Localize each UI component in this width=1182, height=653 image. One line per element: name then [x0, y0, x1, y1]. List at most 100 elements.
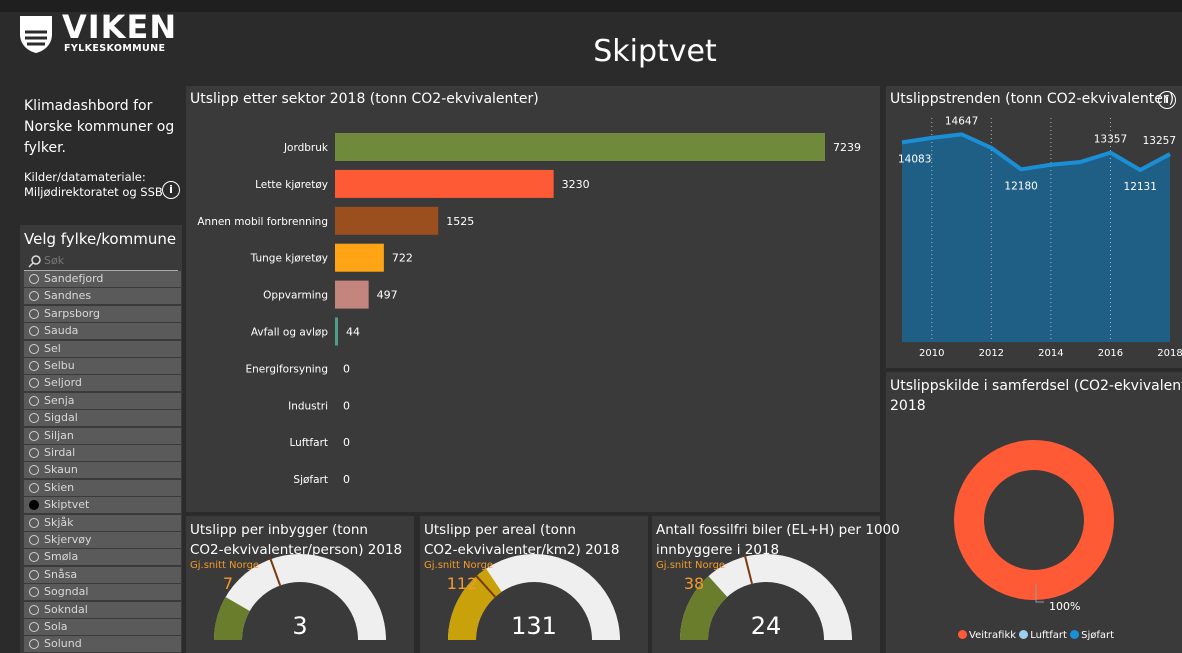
- slicer-item-label: Sandefjord: [44, 272, 104, 285]
- data-label: 7239: [833, 141, 861, 154]
- intro-line: Klimadashbord for: [24, 98, 153, 114]
- slicer-list: Sandefjord Sandnes Sarpsborg Sauda Sel Selbu S…: [24, 271, 181, 653]
- logo-text: VIKEN: [62, 8, 178, 46]
- radio-button[interactable]: [29, 274, 39, 284]
- radio-button[interactable]: [29, 569, 39, 580]
- sources-line: Miljødirektoratet og SSB: [24, 185, 163, 199]
- slicer-item-label: Sogndal: [44, 585, 89, 599]
- slicer-item[interactable]: Sandefjord: [24, 271, 181, 287]
- slicer-item[interactable]: Skjåk: [24, 514, 181, 531]
- legend-item[interactable]: Sjøfart: [1070, 630, 1114, 641]
- radio-button[interactable]: [29, 413, 39, 424]
- donut-slice: [954, 440, 1114, 600]
- radio-button[interactable]: [29, 448, 39, 458]
- slicer-item-label: Sauda: [44, 324, 79, 338]
- slicer-item[interactable]: Sigdal: [24, 410, 181, 427]
- intro-line: Norske kommuner og: [24, 119, 175, 135]
- slicer-item[interactable]: Senja: [24, 392, 181, 409]
- radio-button[interactable]: [29, 622, 39, 632]
- radio-button[interactable]: [29, 517, 39, 528]
- logo-subtext: FYLKESKOMMUNE: [64, 43, 166, 54]
- radio-button[interactable]: [29, 535, 39, 545]
- slicer-search-input[interactable]: Søk: [24, 253, 178, 271]
- sources-line: Kilder/datamateriale:: [24, 170, 146, 184]
- radio-button[interactable]: [29, 587, 39, 598]
- slicer-item[interactable]: Sokndal: [24, 601, 181, 618]
- point-label: 13257: [1143, 135, 1176, 147]
- gauge-panel-fossil-free-cars: Antall fossilfri biler (EL+H) per 1000 i…: [652, 516, 900, 653]
- data-label: 0: [343, 473, 350, 486]
- reference-label: Gj.snitt Norge: [656, 560, 725, 571]
- slicer-item[interactable]: Solund: [24, 636, 181, 653]
- radio-button[interactable]: [29, 604, 39, 615]
- radio-button[interactable]: [29, 361, 39, 371]
- x-tick-label: 2014: [1038, 348, 1063, 359]
- radio-button[interactable]: [29, 343, 39, 354]
- slicer-item-label: Sarpsborg: [44, 306, 100, 320]
- radio-button[interactable]: [29, 465, 39, 476]
- slicer-item[interactable]: Skiptvet: [24, 497, 181, 514]
- viken-logo: VIKEN FYLKESKOMMUNE: [18, 10, 176, 58]
- legend-dot: [1070, 630, 1080, 639]
- radio-button[interactable]: [29, 291, 39, 302]
- category-label: Industri: [288, 400, 328, 412]
- point-label: 14083: [898, 153, 931, 165]
- transport-donut-chart: 100%: [954, 440, 1114, 613]
- slicer-item[interactable]: Siljan: [24, 427, 181, 444]
- slicer-item[interactable]: Skaun: [24, 462, 181, 479]
- category-label: Lette kjøretøy: [255, 179, 328, 191]
- radio-button[interactable]: [29, 326, 39, 337]
- x-tick-label: 2012: [979, 348, 1004, 359]
- slicer-item[interactable]: Sola: [24, 619, 181, 635]
- radio-button[interactable]: [29, 500, 39, 511]
- slicer-item[interactable]: Skien: [24, 479, 181, 496]
- slicer-title: Velg fylke/kommune: [24, 230, 177, 248]
- data-label: 722: [392, 252, 413, 265]
- slicer-item[interactable]: Smøla: [24, 549, 181, 566]
- slicer-item[interactable]: Sarpsborg: [24, 305, 181, 322]
- bar: [335, 280, 369, 309]
- x-tick-label: 2016: [1098, 348, 1123, 359]
- legend-label: Sjøfart: [1081, 630, 1115, 641]
- slicer-item-label: Smøla: [44, 550, 79, 564]
- data-label: 44: [346, 326, 360, 339]
- radio-button[interactable]: [29, 639, 39, 650]
- slicer-item[interactable]: Seljord: [24, 375, 181, 392]
- bar: [335, 169, 554, 198]
- search-placeholder: Søk: [44, 254, 65, 267]
- legend-item[interactable]: Veitrafikk: [958, 630, 1016, 641]
- data-label: 3230: [562, 178, 590, 191]
- gauge-value: 3: [292, 612, 307, 640]
- point-label: 13357: [1094, 134, 1127, 146]
- info-icon[interactable]: i: [162, 181, 180, 199]
- slicer-item[interactable]: Sirdal: [24, 445, 181, 461]
- slicer-item-label: Solund: [44, 637, 82, 651]
- slicer-item[interactable]: Skjervøy: [24, 532, 181, 548]
- radio-button[interactable]: [29, 308, 39, 319]
- legend-label: Veitrafikk: [969, 630, 1017, 641]
- radio-button[interactable]: [29, 430, 39, 441]
- slicer-item[interactable]: Sel: [24, 340, 181, 357]
- slicer-item-label: Sandnes: [44, 289, 92, 303]
- data-label: 497: [377, 289, 398, 302]
- legend-item[interactable]: Luftfart: [1019, 630, 1067, 641]
- category-label: Sjøfart: [293, 474, 328, 486]
- category-label: Energiforsyning: [246, 363, 328, 375]
- slicer-item[interactable]: Sogndal: [24, 584, 181, 601]
- slicer-item[interactable]: Snåsa: [24, 566, 181, 583]
- radio-button[interactable]: [29, 395, 39, 406]
- radio-button[interactable]: [29, 482, 39, 493]
- reference-label: Gj.snitt Norge: [190, 560, 259, 571]
- reference-value: 38: [684, 574, 704, 593]
- slicer-item[interactable]: Selbu: [24, 358, 181, 374]
- intro-line: fylker.: [24, 140, 66, 156]
- slicer-item[interactable]: Sauda: [24, 323, 181, 340]
- radio-button[interactable]: [29, 378, 39, 389]
- donut-panel: Utslippskilde i samferdsel (CO2-ekvivale…: [886, 372, 1182, 653]
- category-label: Jordbruk: [283, 142, 329, 154]
- radio-button[interactable]: [29, 552, 39, 563]
- gauge-panel-per-inhabitant: Utslipp per inbygger (tonn CO2-ekvivalen…: [186, 516, 414, 653]
- x-tick-label: 2018: [1157, 348, 1182, 359]
- slicer-item[interactable]: Sandnes: [24, 288, 181, 305]
- category-label: Tunge kjøretøy: [250, 253, 328, 265]
